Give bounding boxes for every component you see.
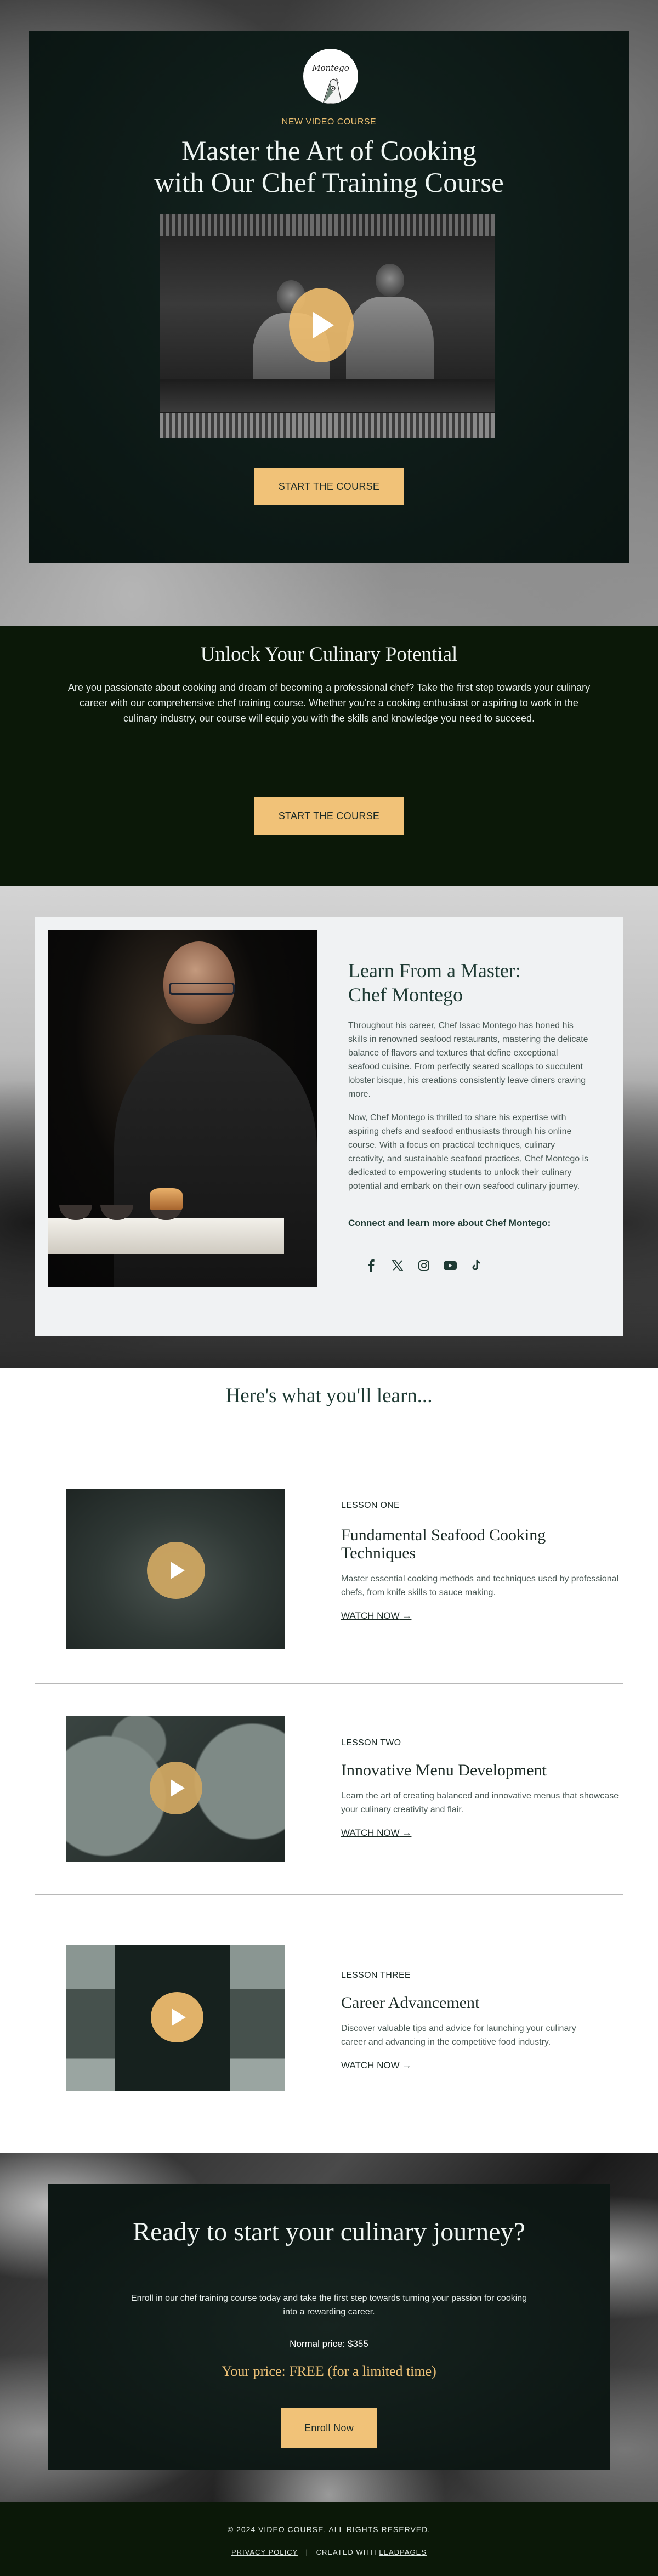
enroll-now-button[interactable]: Enroll Now — [281, 2408, 377, 2448]
watch-now-label: WATCH NOW — [341, 1610, 400, 1621]
connect-label: Connect and learn more about Chef Monteg… — [348, 1218, 551, 1228]
x-icon[interactable] — [391, 1259, 404, 1272]
lesson-1-play-button[interactable] — [147, 1542, 205, 1599]
tiktok-icon[interactable] — [470, 1259, 483, 1272]
lesson-description: Learn the art of creating balanced and i… — [341, 1791, 619, 1814]
chef-photo — [48, 930, 317, 1287]
enroll-section: Ready to start your culinary journey? En… — [0, 2153, 658, 2502]
normal-price-value: $355 — [348, 2339, 368, 2349]
enroll-lead: Enroll in our chef training course today… — [131, 2294, 527, 2317]
lesson-description: Master essential cooking methods and tec… — [341, 1574, 619, 1597]
lesson-title: Fundamental Seafood Cooking Techniques — [341, 1526, 546, 1562]
lesson-3-play-button[interactable] — [151, 1992, 203, 2042]
footer-separator: | — [305, 2548, 308, 2556]
fish-icon — [322, 78, 342, 104]
chef-title-line1: Learn From a Master: — [348, 960, 521, 981]
instagram-icon[interactable] — [417, 1259, 430, 1272]
chef-title: Learn From a Master: Chef Montego — [348, 958, 589, 1007]
hero-play-button[interactable] — [289, 288, 354, 362]
hero-panel: Montego NEW VIDEO COURSE Master the Art … — [29, 31, 629, 563]
hero-start-course-button[interactable]: START THE COURSE — [254, 468, 404, 505]
chef-paragraph-1: Throughout his career, Chef Issac Monteg… — [348, 1021, 588, 1099]
enroll-panel: Ready to start your culinary journey? En… — [48, 2184, 610, 2470]
video-counter — [160, 379, 495, 412]
chef-card: Learn From a Master: Chef Montego Throug… — [35, 917, 623, 1336]
lesson-2: LESSON TWO Innovative Menu Development L… — [341, 1738, 626, 1839]
unlock-title: Unlock Your Culinary Potential — [200, 643, 458, 666]
unlock-section: Unlock Your Culinary Potential Are you p… — [0, 626, 658, 886]
play-icon — [171, 1779, 185, 1797]
lesson-2-play-button[interactable] — [150, 1762, 202, 1814]
play-icon — [172, 2008, 186, 2026]
arrow-right-icon: → — [402, 1828, 412, 1838]
normal-price-label: Normal price: — [290, 2339, 345, 2349]
privacy-policy-link[interactable]: PRIVACY POLICY — [231, 2548, 298, 2556]
social-links — [365, 1259, 589, 1272]
chef-title-line2: Chef Montego — [348, 984, 463, 1006]
youtube-icon[interactable] — [444, 1259, 457, 1272]
facebook-icon[interactable] — [365, 1259, 378, 1272]
chef-section: Learn From a Master: Chef Montego Throug… — [0, 886, 658, 1368]
normal-price: Normal price: $355 — [48, 2339, 610, 2350]
watch-now-label: WATCH NOW — [341, 1828, 400, 1838]
hero-title-line1: Master the Art of Cooking — [181, 136, 477, 167]
lessons-section: Here's what you'll learn... LESSON ONE F… — [0, 1368, 658, 2153]
arrow-right-icon: → — [402, 1610, 412, 1621]
your-price: Your price: FREE (for a limited time) — [222, 2363, 436, 2379]
lesson-3: LESSON THREE Career Advancement Discover… — [341, 1971, 626, 2071]
watch-now-label: WATCH NOW — [341, 2060, 400, 2070]
lesson-2-video[interactable] — [66, 1716, 285, 1862]
lesson-1-watch-now-link[interactable]: WATCH NOW → — [341, 1610, 411, 1621]
lesson-1: LESSON ONE Fundamental Seafood Cooking T… — [341, 1501, 626, 1621]
play-icon — [171, 1562, 185, 1579]
play-icon — [313, 312, 334, 338]
hero-title: Master the Art of Cooking with Our Chef … — [29, 135, 629, 199]
lesson-title: Career Advancement — [341, 1994, 480, 2012]
hero-section: Montego NEW VIDEO COURSE Master the Art … — [0, 0, 658, 626]
lesson-3-watch-now-link[interactable]: WATCH NOW → — [341, 2060, 411, 2071]
lesson-title: Innovative Menu Development — [341, 1761, 547, 1779]
lesson-divider — [35, 1894, 623, 1895]
unlock-start-course-button[interactable]: START THE COURSE — [254, 797, 404, 835]
enroll-title: Ready to start your culinary journey? — [133, 2217, 525, 2246]
footer-links: PRIVACY POLICY | CREATED WITH LEADPAGES — [0, 2548, 658, 2556]
hero-title-line2: with Our Chef Training Course — [154, 168, 504, 198]
eyebrow-label: NEW VIDEO COURSE — [281, 117, 377, 127]
lesson-divider — [35, 1683, 623, 1684]
lessons-title: Here's what you'll learn... — [225, 1385, 433, 1407]
chef-bio: Learn From a Master: Chef Montego Throug… — [348, 958, 589, 1272]
lesson-description: Discover valuable tips and advice for la… — [341, 2024, 576, 2047]
lesson-2-watch-now-link[interactable]: WATCH NOW → — [341, 1828, 411, 1839]
leadpages-link[interactable]: LEADPAGES — [379, 2548, 427, 2556]
lesson-1-video[interactable] — [66, 1489, 285, 1649]
montego-logo: Montego — [303, 49, 358, 104]
hero-video[interactable] — [160, 214, 495, 438]
created-with-label: CREATED WITH — [316, 2548, 377, 2556]
copyright: © 2024 VIDEO COURSE. ALL RIGHTS RESERVED… — [227, 2525, 431, 2534]
arrow-right-icon: → — [402, 2060, 412, 2070]
lesson-3-video[interactable] — [66, 1945, 285, 2091]
lesson-number: LESSON THREE — [341, 1971, 411, 1980]
chef-paragraph-2: Now, Chef Montego is thrilled to share h… — [348, 1113, 589, 1191]
unlock-body: Are you passionate about cooking and dre… — [67, 682, 591, 724]
lesson-number: LESSON ONE — [341, 1501, 400, 1510]
logo-wordmark: Montego — [312, 63, 349, 73]
lesson-number: LESSON TWO — [341, 1738, 401, 1747]
footer: © 2024 VIDEO COURSE. ALL RIGHTS RESERVED… — [0, 2502, 658, 2576]
